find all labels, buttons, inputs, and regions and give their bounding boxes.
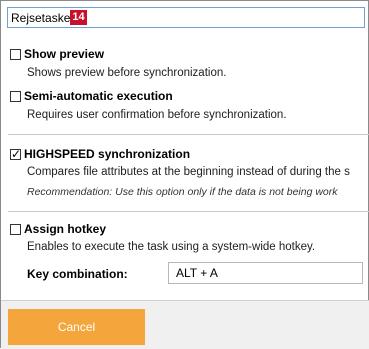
cancel-button[interactable]: Cancel bbox=[8, 309, 145, 345]
highspeed-checkbox[interactable]: ✓ bbox=[10, 147, 22, 161]
footer-bar: Cancel bbox=[1, 300, 369, 349]
show-preview-title[interactable]: Show preview bbox=[24, 47, 104, 61]
highspeed-description: Compares file attributes at the beginnin… bbox=[27, 166, 350, 178]
task-name-input[interactable]: Rejsetaske 14 bbox=[7, 7, 365, 28]
divider bbox=[8, 134, 369, 135]
show-preview-checkbox[interactable] bbox=[10, 49, 21, 60]
task-number-badge: 14 bbox=[70, 10, 87, 25]
key-combination-value: ALT + A bbox=[176, 266, 218, 280]
semi-automatic-checkbox[interactable] bbox=[10, 91, 21, 102]
show-preview-description: Shows preview before synchronization. bbox=[27, 67, 227, 79]
assign-hotkey-description: Enables to execute the task using a syst… bbox=[27, 241, 316, 253]
key-combination-input[interactable]: ALT + A bbox=[168, 262, 363, 284]
assign-hotkey-checkbox[interactable] bbox=[10, 224, 21, 235]
highspeed-recommendation: Recommendation: Use this option only if … bbox=[27, 186, 338, 198]
task-options-panel: Rejsetaske 14 Show preview Shows preview… bbox=[0, 0, 369, 349]
semi-automatic-description: Requires user confirmation before synchr… bbox=[27, 109, 287, 121]
checkmark-icon: ✓ bbox=[11, 147, 22, 161]
key-combination-label: Key combination: bbox=[27, 267, 128, 281]
highspeed-title[interactable]: HIGHSPEED synchronization bbox=[24, 147, 190, 161]
task-name-value[interactable]: Rejsetaske bbox=[11, 10, 70, 26]
assign-hotkey-title[interactable]: Assign hotkey bbox=[24, 222, 106, 236]
semi-automatic-title[interactable]: Semi-automatic execution bbox=[24, 89, 173, 103]
divider bbox=[8, 211, 369, 212]
